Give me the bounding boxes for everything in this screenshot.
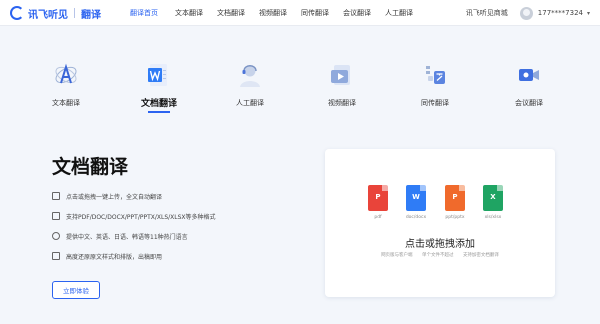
page-title: 文档翻译 — [52, 156, 129, 178]
human-translator-icon — [240, 65, 260, 87]
tab-text-translate[interactable]: 文本翻译 — [31, 56, 101, 118]
tab-meeting-translate[interactable]: 会议翻译 — [494, 56, 564, 118]
top-navigation: 讯飞听见 翻译 翻译首页 文本翻译 文档翻译 视频翻译 同传翻译 会议翻译 人工… — [0, 0, 600, 26]
brand-logo[interactable]: 讯飞听见 翻译 — [10, 5, 101, 21]
nav-item-simultaneous[interactable]: 同传翻译 — [301, 8, 329, 18]
word-document-icon — [148, 64, 167, 86]
try-now-button[interactable]: 立即体验 — [52, 281, 100, 299]
nav-item-text[interactable]: 文本翻译 — [175, 8, 203, 18]
username[interactable]: 177****7324 — [538, 9, 583, 17]
upload-dropzone[interactable]: P pdf W doc/docx P ppt/pptx X xls/xlsx 点… — [325, 149, 555, 297]
meeting-camera-icon — [519, 69, 539, 81]
layout-icon — [52, 252, 60, 260]
tab-document-translate-label: 文档翻译 — [140, 99, 177, 109]
upload-hint: 单个文件不超过 — [422, 253, 454, 258]
nav-item-home[interactable]: 翻译首页 — [130, 8, 158, 18]
feature-formats-text: 支持PDF/DOC/DOCX/PPT/PPTX/XLS/XLSX等多种格式 — [66, 213, 216, 221]
chevron-down-icon[interactable]: ▾ — [587, 10, 590, 17]
upload-title: 点击或拖拽添加 — [405, 239, 475, 250]
upload-hint: 网页版与客户端 — [381, 253, 413, 258]
tab-text-translate-label: 文本翻译 — [52, 99, 80, 107]
feature-layout-text: 高度还原原文样式和排版，出稿即用 — [66, 253, 163, 261]
ppt-file-icon: P — [445, 185, 465, 211]
nav-item-video[interactable]: 视频翻译 — [259, 8, 287, 18]
word-file-icon: W — [406, 185, 426, 211]
tab-meeting-translate-label: 会议翻译 — [515, 99, 543, 107]
feature-languages-text: 提供中文、英语、日语、韩语等11种热门语言 — [66, 233, 188, 241]
language-icon — [52, 232, 60, 240]
upload-hint: 支持加密文档翻译 — [462, 253, 499, 258]
feature-languages: 提供中文、英语、日语、韩语等11种热门语言 — [52, 231, 188, 241]
feature-formats: 支持PDF/DOC/DOCX/PPT/PPTX/XLS/XLSX等多种格式 — [52, 211, 216, 221]
video-icon — [331, 65, 350, 85]
brand-name: 讯飞听见 — [28, 9, 68, 21]
tab-human-translate[interactable]: 人工翻译 — [215, 56, 285, 118]
upload-icon — [52, 192, 60, 200]
feature-upload-text: 点击或拖拽一键上传，全文自动翻译 — [66, 193, 163, 201]
active-tab-indicator — [148, 111, 170, 113]
brand-mark-icon — [10, 6, 24, 20]
feature-layout: 高度还原原文样式和排版，出稿即用 — [52, 251, 162, 261]
logo-divider — [74, 8, 75, 18]
pdf-caption: pdf — [374, 215, 382, 220]
file-format-icon — [52, 212, 60, 220]
pdf-file-icon: P — [368, 185, 388, 211]
avatar[interactable] — [519, 6, 533, 20]
store-link[interactable]: 讯飞听见商城 — [466, 8, 508, 18]
tab-document-translate[interactable]: 文档翻译 — [124, 56, 194, 118]
brand-product: 翻译 — [81, 9, 101, 21]
excel-caption: xls/xlsx — [484, 215, 502, 220]
tab-video-translate[interactable]: 视频翻译 — [307, 56, 377, 118]
excel-file-icon: X — [483, 185, 503, 211]
feature-upload: 点击或拖拽一键上传，全文自动翻译 — [52, 191, 162, 201]
tab-video-translate-label: 视频翻译 — [328, 99, 356, 107]
nav-item-document[interactable]: 文档翻译 — [217, 8, 245, 18]
upload-hints: 网页版与客户端 单个文件不超过 支持加密文档翻译 — [325, 252, 555, 258]
word-caption: doc/docx — [405, 215, 427, 220]
tab-human-translate-label: 人工翻译 — [236, 99, 264, 107]
simultaneous-interpretation-icon — [426, 66, 445, 84]
text-translate-icon — [55, 63, 77, 84]
tab-simultaneous-translate[interactable]: 同传翻译 — [400, 56, 470, 118]
nav-item-human[interactable]: 人工翻译 — [385, 8, 413, 18]
ppt-caption: ppt/pptx — [445, 215, 465, 220]
nav-item-meeting[interactable]: 会议翻译 — [343, 8, 371, 18]
account-area: 讯飞听见商城 177****7324 ▾ — [466, 5, 590, 21]
tab-simultaneous-translate-label: 同传翻译 — [421, 99, 449, 107]
